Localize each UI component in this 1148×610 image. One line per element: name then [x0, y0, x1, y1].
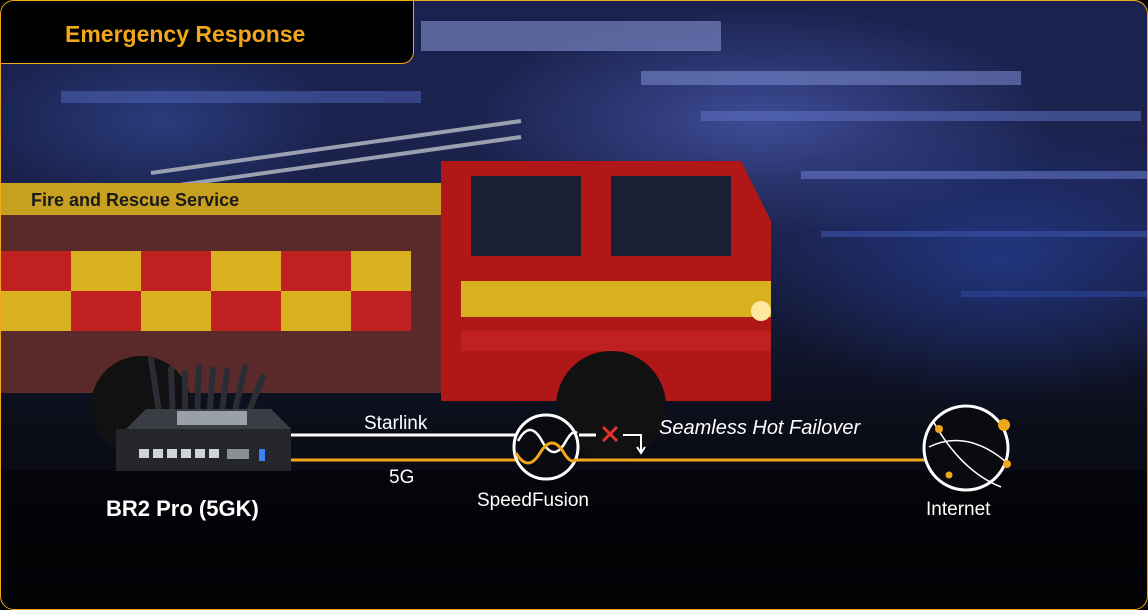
- 5g-link-label: 5G: [389, 467, 415, 488]
- failure-x-icon: [601, 425, 619, 443]
- failover-label: Seamless Hot Failover: [659, 417, 861, 439]
- speedfusion-label: SpeedFusion: [477, 490, 589, 511]
- emergency-response-panel: Fire and Rescue Service Emergency Respon…: [0, 0, 1148, 610]
- router-device-icon: [116, 356, 291, 471]
- internet-label: Internet: [926, 499, 991, 520]
- speedfusion-wave-icon: [512, 413, 580, 481]
- internet-globe-icon: [922, 404, 1011, 492]
- failover-arrow-icon: [623, 434, 646, 455]
- device-label: BR2 Pro (5GK): [106, 496, 259, 521]
- starlink-link-label: Starlink: [364, 413, 428, 434]
